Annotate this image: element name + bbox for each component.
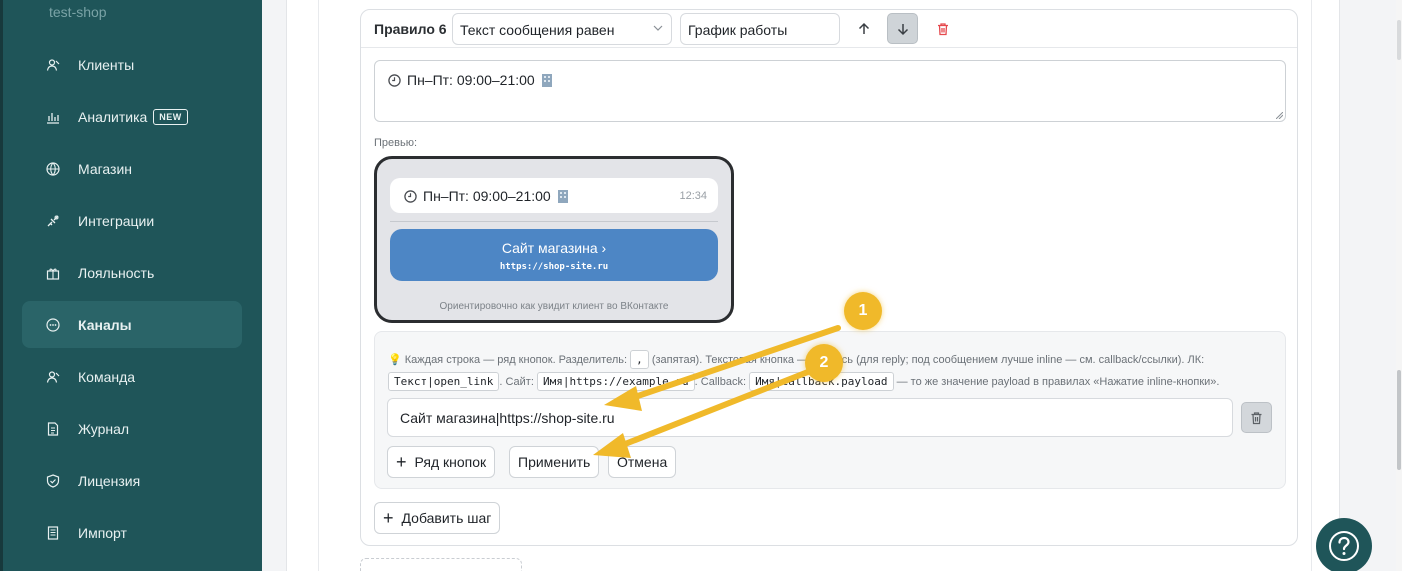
resize-handle-icon[interactable] [1276, 112, 1283, 119]
sidebar-item-label: Журнал [78, 420, 130, 437]
apply-label: Применить [518, 454, 591, 470]
sidebar-item-3[interactable]: Интеграции [22, 197, 242, 244]
preview-message-text: Пн–Пт: 09:00–21:00 [423, 188, 551, 204]
sidebar-item-6[interactable]: Команда [22, 353, 242, 400]
new-badge: NEW [153, 108, 188, 125]
message-textarea[interactable]: Пн–Пт: 09:00–21:00 [374, 60, 1286, 122]
chevron-right-icon: › [601, 240, 607, 256]
scrollbar[interactable] [1396, 0, 1402, 571]
arrow-up-icon [858, 22, 869, 34]
sidebar-item-label: Аналитика [78, 108, 148, 125]
apply-button[interactable]: Применить [509, 446, 600, 478]
sidebar-item-label: Лояльность [78, 264, 155, 281]
sidebar-item-0[interactable]: Клиенты [22, 41, 242, 88]
condition-value-input[interactable]: График работы [680, 13, 840, 45]
preview-link-button: Сайт магазина › https://shop-site.ru [390, 229, 718, 281]
hint-text: — то же значение payload в правилах «Наж… [896, 376, 1220, 388]
sidebar-item-label: Каналы [78, 316, 132, 333]
sidebar-item-label: Лицензия [78, 472, 141, 489]
help-button[interactable] [1316, 518, 1372, 571]
preview-button-url: https://shop-site.ru [499, 262, 609, 272]
journal-icon [46, 421, 60, 436]
clients-icon [46, 58, 60, 72]
plus-icon: + [383, 508, 394, 528]
chevron-down-icon [653, 25, 663, 31]
hint-text: Каждая строка — ряд кнопок. Разделитель: [404, 354, 628, 366]
add-step-label: Добавить шаг [401, 510, 492, 526]
sidebar-item-9[interactable]: Импорт [22, 509, 242, 556]
hint-text: . Сайт: [499, 376, 534, 388]
add-rule-button[interactable] [360, 558, 522, 571]
add-step-button[interactable]: + Добавить шаг [374, 502, 501, 534]
code-separator: , [630, 350, 649, 369]
import-icon [46, 525, 60, 540]
gift-icon [46, 266, 60, 280]
building-icon [541, 74, 552, 87]
annotation-marker-1: 1 [844, 292, 882, 330]
globe-icon [46, 161, 60, 176]
button-row-input[interactable]: Сайт магазина|https://shop-site.ru [387, 398, 1233, 437]
sidebar-item-4[interactable]: Лояльность [22, 249, 242, 296]
question-icon [1329, 531, 1359, 561]
trash-icon [1251, 411, 1262, 424]
plus-icon: + [396, 452, 407, 472]
clock-icon [388, 74, 401, 87]
scrollbar-thumb-top[interactable] [1397, 20, 1401, 60]
delete-row-button[interactable] [1241, 402, 1272, 433]
cancel-button[interactable]: Отмена [608, 446, 677, 478]
hint-text: (запятая). Текстовая кнопка — надпись (д… [651, 354, 1205, 366]
sidebar-item-5[interactable]: Каналы [22, 301, 242, 348]
trash-icon [937, 22, 948, 35]
condition-select[interactable]: Текст сообщения равен [452, 13, 672, 45]
condition-select-value: Текст сообщения равен [460, 22, 615, 38]
code-site-button: Имя|https://example.ru [536, 372, 695, 391]
delete-rule-button[interactable] [927, 13, 958, 44]
code-text-button: Текст|open_link [388, 372, 500, 391]
sidebar-item-1[interactable]: Аналитика NEW [22, 93, 242, 140]
add-row-label: Ряд кнопок [414, 454, 487, 470]
preview-button-label: Сайт магазина [501, 240, 598, 256]
add-row-button[interactable]: + Ряд кнопок [387, 446, 496, 478]
team-icon [46, 370, 60, 384]
annotation-marker-2: 2 [805, 344, 843, 382]
vk-preview: Пн–Пт: 09:00–21:00 12:34 Сайт магазина ›… [374, 156, 734, 323]
sidebar-item-label: Команда [78, 368, 136, 385]
move-up-button[interactable] [848, 13, 879, 44]
message-time: 12:34 [679, 190, 707, 202]
divider [390, 221, 718, 222]
lightbulb-icon: 💡 [388, 354, 402, 366]
sidebar-item-2[interactable]: Магазин [22, 145, 242, 192]
preview-label: Превью: [374, 137, 418, 149]
analytics-icon [46, 110, 60, 124]
brand-name: test-shop [49, 4, 107, 20]
preview-caption: Ориентировочно как увидит клиент во ВКон… [439, 301, 669, 312]
sidebar-item-7[interactable]: Журнал [22, 405, 242, 452]
move-down-button[interactable] [887, 13, 918, 44]
sidebar-item-8[interactable]: Лицензия [22, 457, 242, 504]
rule-title: Правило 6 [374, 21, 447, 37]
sidebar-item-label: Клиенты [78, 56, 135, 73]
building-icon [557, 190, 568, 203]
rule-card: Правило 6 Текст сообщения равен График р… [360, 9, 1298, 546]
clock-icon [404, 190, 417, 203]
rule-header: Правило 6 Текст сообщения равен График р… [361, 10, 1297, 48]
scrollbar-thumb[interactable] [1397, 370, 1401, 470]
shield-icon [46, 473, 60, 488]
arrow-down-icon [897, 23, 908, 35]
sidebar-item-label: Интеграции [78, 212, 155, 229]
chat-icon [46, 317, 60, 332]
preview-message-bubble: Пн–Пт: 09:00–21:00 12:34 [390, 178, 718, 213]
integrations-icon [46, 214, 60, 228]
hint-text: . Callback: [694, 376, 747, 388]
sidebar-item-label: Импорт [78, 524, 127, 541]
cancel-label: Отмена [617, 454, 668, 470]
sidebar-item-label: Магазин [78, 160, 133, 177]
message-text: Пн–Пт: 09:00–21:00 [407, 72, 535, 88]
